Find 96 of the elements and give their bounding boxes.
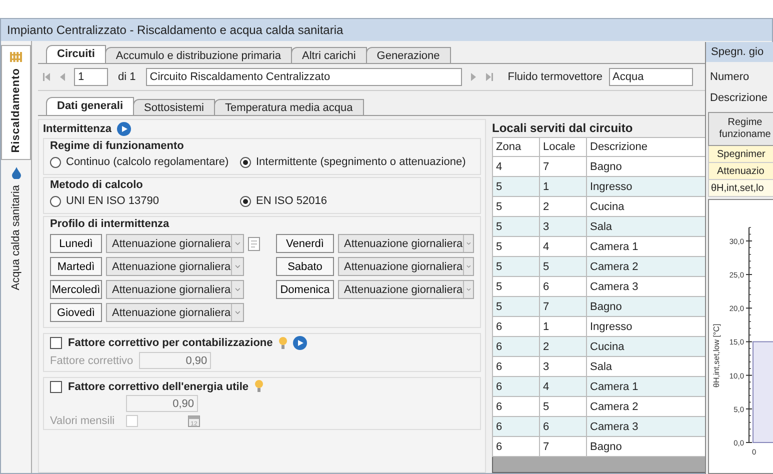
radio-label[interactable]: Intermittente (spegnimento o attenuazione)	[256, 156, 466, 168]
checkbox[interactable]	[50, 380, 62, 392]
table-cell: Bagno	[586, 296, 708, 316]
record-field[interactable]: 1	[74, 68, 108, 86]
table-cell: 7	[540, 296, 586, 316]
lightbulb-icon[interactable]	[278, 336, 287, 350]
tab[interactable]: Generazione	[366, 47, 451, 63]
side-tab[interactable]: Acqua calda sanitaria	[1, 160, 31, 297]
table-cell: Camera 3	[586, 416, 708, 436]
caret-icon	[230, 304, 243, 321]
caret-icon	[462, 235, 473, 252]
factor-field[interactable]: 0,90	[126, 395, 198, 412]
tab[interactable]: Accumulo e distribuzione primaria	[104, 47, 292, 63]
row-header: Attenuazio	[708, 163, 773, 180]
tab[interactable]: Dati generali	[46, 97, 134, 115]
fluid-field[interactable]: Acqua	[608, 68, 693, 86]
radio-button[interactable]	[50, 196, 61, 206]
day-button[interactable]: Domenica	[276, 280, 334, 299]
table-cell: 5	[492, 176, 540, 196]
day-button[interactable]: Martedì	[50, 257, 102, 276]
radio-button[interactable]	[240, 156, 251, 168]
day-button[interactable]: Giovedì	[50, 303, 102, 322]
field-label: Valori mensili	[50, 414, 116, 426]
axis-label: θH,int,set,low [°C]	[712, 324, 721, 388]
caret-icon	[462, 258, 473, 275]
field-label: Numero	[709, 70, 750, 83]
caret-icon	[462, 281, 473, 298]
day-button[interactable]: Sabato	[276, 257, 334, 276]
table-cell: Camera 2	[586, 256, 708, 276]
record-count: di 1	[118, 71, 136, 83]
field-label: Descrizione	[709, 91, 768, 104]
table-cell: Camera 1	[586, 376, 708, 396]
table-title: Locali serviti dal circuito	[492, 120, 634, 137]
table-cell: 6	[492, 336, 540, 356]
table-cell: 6	[492, 376, 540, 396]
profile-dropdown[interactable]: Attenuazione giornaliera	[106, 303, 244, 322]
table-cell: 5	[492, 296, 540, 316]
tab[interactable]: Temperatura media acqua	[214, 99, 364, 115]
checkbox-label[interactable]: Fattore correttivo dell'energia utile	[68, 380, 248, 392]
profile-dropdown[interactable]: Attenuazione giornaliera	[338, 234, 474, 253]
table-cell: 2	[540, 336, 586, 356]
column-header: Regime funzioname	[708, 112, 773, 146]
lightbulb-icon[interactable]	[254, 380, 262, 393]
day-button[interactable]: Lunedì	[50, 234, 102, 253]
checkbox[interactable]	[50, 337, 62, 349]
profile-dropdown[interactable]: Attenuazione giornaliera	[106, 257, 244, 276]
tab[interactable]: Altri carichi	[290, 47, 367, 63]
table-cell: 3	[540, 216, 586, 236]
field-label: Fattore correttivo	[50, 354, 134, 366]
window-title: Spegn. gio	[706, 42, 773, 62]
radiator-icon	[10, 52, 22, 62]
group-title: Metodo di calcolo	[50, 179, 144, 191]
row-header: θH,int,set,lo	[708, 180, 773, 197]
table-cell: 6	[492, 416, 540, 436]
profile-dropdown[interactable]: Attenuazione giornaliera	[106, 280, 244, 299]
factor-field[interactable]: 0,90	[139, 352, 212, 369]
tab[interactable]: Circuiti	[46, 45, 106, 63]
table-cell: 1	[540, 176, 586, 196]
day-button[interactable]: Mercoledì	[50, 280, 102, 299]
table-cell: 5	[540, 256, 586, 276]
water-drop-icon	[12, 166, 20, 179]
checkbox-label[interactable]: Fattore correttivo per contabilizzazione	[68, 337, 273, 349]
row-header: Spegnimer	[708, 146, 773, 163]
table-cell: 5	[492, 256, 540, 276]
side-tab[interactable]: Riscaldamento	[1, 45, 31, 160]
radio-label[interactable]: EN ISO 52016	[256, 195, 327, 207]
column-header[interactable]: Locale	[540, 138, 586, 156]
section-title: Intermittenza	[43, 123, 112, 135]
profile-dropdown[interactable]: Attenuazione giornaliera	[338, 257, 474, 276]
copy-icon[interactable]	[248, 236, 260, 250]
caret-icon	[230, 281, 243, 298]
radio-button[interactable]	[50, 156, 61, 168]
table-cell: 5	[492, 216, 540, 236]
column-header[interactable]: Descrizione	[586, 138, 708, 156]
circuit-name-field[interactable]: Circuito Riscaldamento Centralizzato	[146, 68, 462, 86]
table-cell: Ingresso	[586, 176, 708, 196]
radio-label[interactable]: Continuo (calcolo regolamentare)	[66, 156, 229, 168]
tab[interactable]: Sottosistemi	[133, 99, 215, 115]
column-header[interactable]: Zona	[492, 138, 540, 156]
table-cell: Sala	[586, 216, 708, 236]
profile-dropdown[interactable]: Attenuazione giornaliera	[106, 234, 244, 253]
radio-button[interactable]	[240, 196, 251, 206]
profile-dropdown[interactable]: Attenuazione giornaliera	[338, 280, 474, 299]
play-icon[interactable]	[117, 122, 132, 136]
radio-label[interactable]: UNI EN ISO 13790	[66, 195, 159, 207]
table-cell: 4	[540, 376, 586, 396]
fluid-label: Fluido termovettore	[508, 71, 603, 83]
group-title: Regime di funzionamento	[50, 140, 185, 152]
group-title: Profilo di intermittenza	[50, 218, 170, 230]
table-cell: Cucina	[586, 336, 708, 356]
day-button[interactable]: Venerdì	[276, 234, 334, 253]
caret-icon	[230, 235, 243, 252]
play-icon[interactable]	[292, 336, 307, 350]
table-cell: 6	[540, 416, 586, 436]
caret-icon	[230, 258, 243, 275]
window-title: Impianto Centralizzato - Riscaldamento e acqua calda sanitaria	[1, 19, 772, 41]
